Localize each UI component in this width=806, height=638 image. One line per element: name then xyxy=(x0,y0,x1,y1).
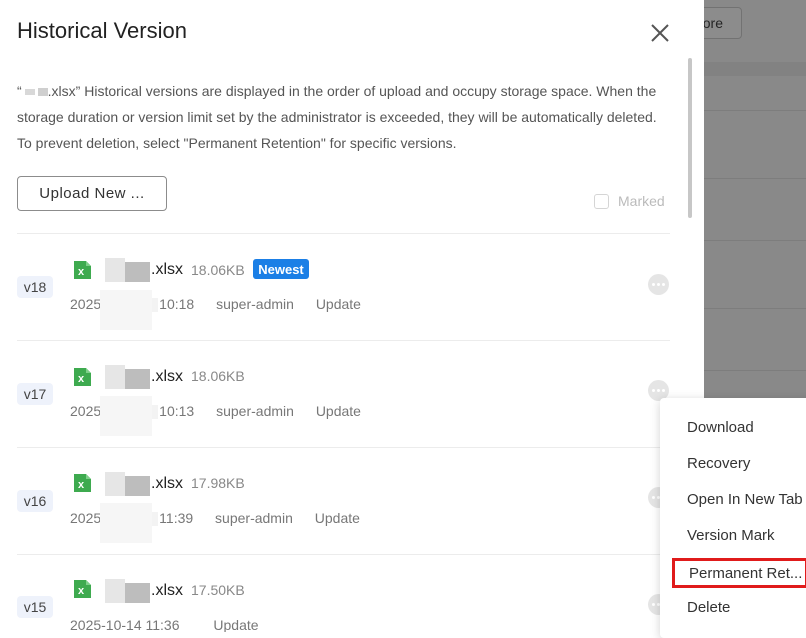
svg-text:x: x xyxy=(78,585,85,597)
version-time: 10:18 xyxy=(159,296,195,312)
historical-version-drawer: Historical Version “ .xlsx” Historical ve… xyxy=(0,0,704,632)
file-name: .xlsx xyxy=(151,261,183,278)
version-date: 2025-10-14 11:36 xyxy=(70,617,180,632)
redacted-filename-image xyxy=(105,472,150,496)
file-size: 18.06KB xyxy=(191,262,245,278)
menu-item-recovery[interactable]: Recovery xyxy=(660,446,806,480)
version-date: 2025 xyxy=(70,403,102,419)
version-user: super-admin xyxy=(216,296,294,312)
file-size: 17.98KB xyxy=(191,475,245,491)
menu-item-delete[interactable]: Delete xyxy=(660,590,806,624)
version-date: 2025 xyxy=(70,296,102,312)
version-row: v15 x .xlsx 17.50KB 2025-10-14 11:36 Upd… xyxy=(0,554,704,632)
file-name: .xlsx xyxy=(151,582,183,599)
version-user: super-admin xyxy=(215,510,293,526)
version-action: Update xyxy=(315,403,361,419)
drawer-title: Historical Version xyxy=(17,18,187,43)
file-name: .xlsx xyxy=(151,475,183,492)
marked-label: Marked xyxy=(618,193,665,209)
newest-badge: Newest xyxy=(253,259,309,279)
excel-file-icon: x xyxy=(74,261,91,279)
excel-file-icon: x xyxy=(74,368,91,386)
menu-item-version-mark[interactable]: Version Mark xyxy=(660,518,806,552)
marked-checkbox[interactable] xyxy=(594,193,609,209)
svg-text:x: x xyxy=(78,266,85,278)
drawer-description: “ .xlsx” Historical versions are displaye… xyxy=(17,78,662,156)
svg-text:x: x xyxy=(78,373,85,385)
version-user: super-admin xyxy=(216,403,294,419)
redaction-mask xyxy=(100,396,152,436)
version-date: 2025 xyxy=(70,510,102,526)
version-action: Update xyxy=(314,510,360,526)
redaction-mask xyxy=(100,503,152,543)
marked-filter[interactable]: Marked xyxy=(594,193,665,209)
file-size: 17.50KB xyxy=(191,582,245,598)
menu-item-open-new-tab[interactable]: Open In New Tab xyxy=(660,482,806,516)
excel-file-icon: x xyxy=(74,474,91,492)
close-icon[interactable] xyxy=(648,21,672,45)
file-size: 18.06KB xyxy=(191,368,245,384)
svg-text:x: x xyxy=(78,479,85,491)
description-text: Historical versions are displayed in the… xyxy=(17,83,657,151)
version-label: v17 xyxy=(17,383,53,405)
version-label: v15 xyxy=(17,596,53,618)
drawer-scrollbar[interactable] xyxy=(688,58,692,218)
redacted-filename xyxy=(37,88,48,97)
description-quote: “ xyxy=(17,83,22,99)
redacted-filename-image xyxy=(105,579,150,603)
version-meta: 2025-10-14 11:36 Update xyxy=(70,617,259,632)
version-action: Update xyxy=(315,296,361,312)
more-dots-icon[interactable] xyxy=(648,274,669,295)
version-context-menu: Download Recovery Open In New Tab Versio… xyxy=(660,398,806,638)
redacted-filename xyxy=(24,89,35,96)
version-action: Update xyxy=(213,617,259,632)
file-name: .xlsx xyxy=(151,368,183,385)
redacted-filename-image xyxy=(105,365,150,389)
menu-item-download[interactable]: Download xyxy=(660,410,806,444)
menu-item-permanent-retention[interactable]: Permanent Ret... xyxy=(672,558,806,588)
redacted-filename-image xyxy=(105,258,150,282)
excel-file-icon: x xyxy=(74,580,91,598)
version-label: v18 xyxy=(17,276,53,298)
upload-new-version-button[interactable]: Upload New ... xyxy=(17,176,167,211)
description-file-ext: .xlsx” xyxy=(47,83,81,99)
redaction-mask xyxy=(100,290,152,330)
version-time: 11:39 xyxy=(159,510,194,526)
version-label: v16 xyxy=(17,490,53,512)
version-time: 10:13 xyxy=(159,403,195,419)
